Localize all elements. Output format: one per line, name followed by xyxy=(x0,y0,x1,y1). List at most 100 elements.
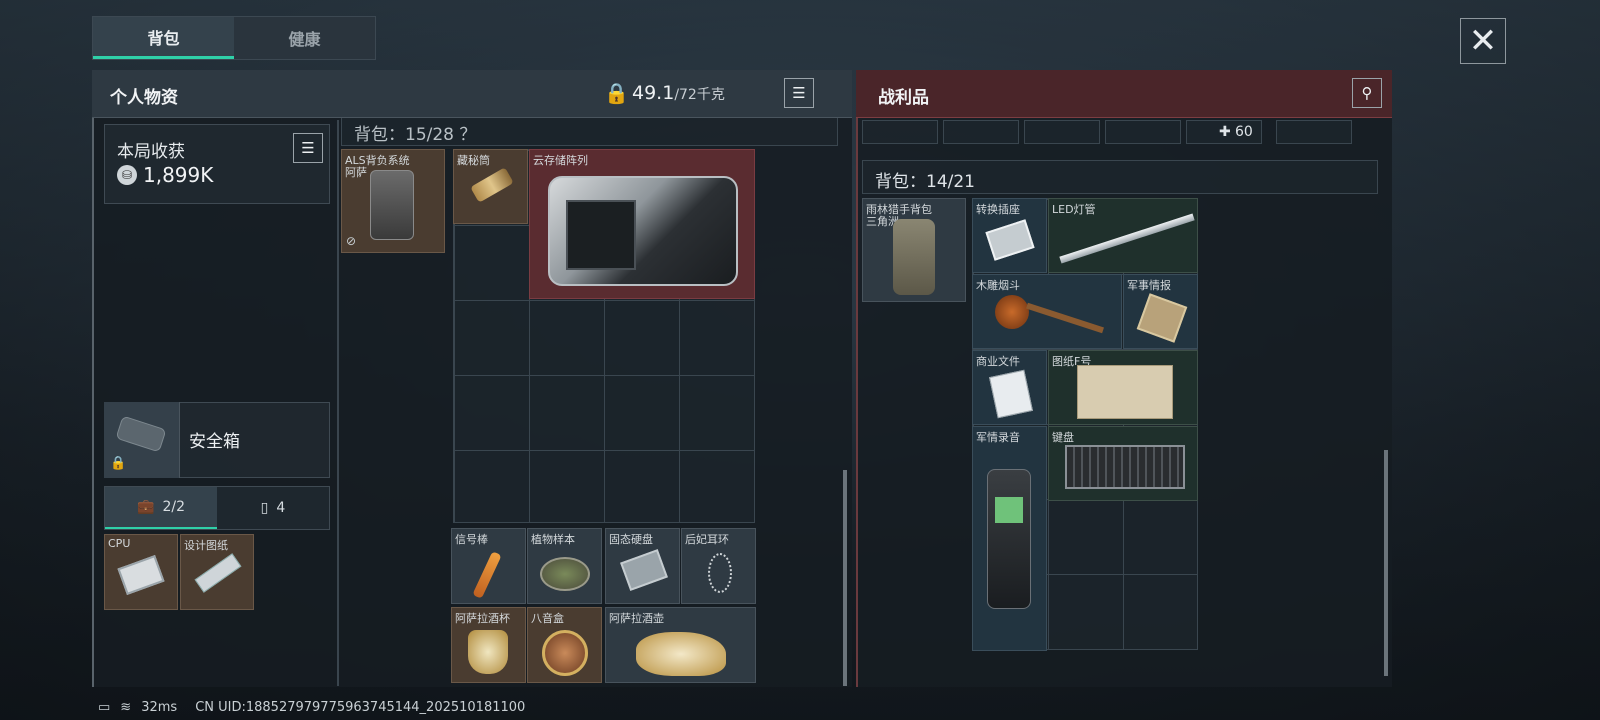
item-keyboard[interactable]: 键盘 xyxy=(1048,426,1198,501)
loot-slot[interactable] xyxy=(1024,120,1100,144)
safe-box-label: 安全箱 xyxy=(189,432,240,452)
battery-icon: ▯ xyxy=(260,500,269,516)
briefcase-count: 2/2 xyxy=(162,499,185,515)
panel-title: 个人物资 xyxy=(110,88,178,108)
item-signal-stick[interactable]: 信号棒 xyxy=(451,528,526,604)
coin-icon: ⛁ xyxy=(117,165,137,185)
signal-stick-image xyxy=(472,551,502,599)
location-button[interactable]: ⚲ xyxy=(1352,78,1382,108)
loot-slot[interactable] xyxy=(1105,120,1181,144)
item-secret-tube[interactable]: 藏秘筒 xyxy=(453,149,528,224)
loot-backpack-capacity-bar: 背包：14/21 xyxy=(862,160,1378,194)
item-label: LED灯管 xyxy=(1052,203,1096,216)
item-asala-cup[interactable]: 阿萨拉酒杯 xyxy=(451,607,526,683)
jug-image xyxy=(636,632,726,676)
list-icon: ☰ xyxy=(792,84,806,102)
intel-image xyxy=(1136,293,1188,343)
cpu-image xyxy=(117,555,165,595)
item-plant-sample[interactable]: 植物样本 xyxy=(527,528,602,604)
left-scrollbar[interactable] xyxy=(843,470,847,686)
location-pin-icon: ⚲ xyxy=(1361,84,1373,102)
item-label: CPU xyxy=(108,537,131,550)
tube-image xyxy=(470,167,514,203)
item-label: 阿萨拉酒杯 xyxy=(455,612,510,625)
item-business-document[interactable]: 商业文件 xyxy=(972,350,1047,425)
harvest-label: 本局收获 xyxy=(117,142,185,162)
tab-backpack[interactable]: 背包 xyxy=(93,17,234,59)
backpack-image xyxy=(893,219,935,295)
close-button[interactable]: ✕ xyxy=(1460,18,1506,64)
right-scrollbar[interactable] xyxy=(1384,450,1388,676)
item-label: 云存储阵列 xyxy=(533,154,588,167)
blueprint-image xyxy=(1077,365,1173,419)
close-icon: ✕ xyxy=(1468,21,1498,61)
earring-image xyxy=(708,553,732,593)
item-label: 设计图纸 xyxy=(184,539,228,552)
item-label: 信号棒 xyxy=(455,533,488,546)
recorder-screen-image xyxy=(995,497,1023,523)
item-label: 商业文件 xyxy=(976,355,1020,368)
tab-bar: 背包 健康 xyxy=(92,16,376,60)
briefcase-icon: 💼 xyxy=(137,499,155,515)
loot-title: 战利品 xyxy=(878,88,929,108)
socket-image xyxy=(985,219,1035,261)
safe-sub-tabs: 💼 2/2 ▯ 4 xyxy=(104,486,330,530)
status-bar: ▭ ≋ 32ms CN UID:188527979775963745144_20… xyxy=(98,700,525,715)
battery-status-icon: ▭ xyxy=(98,700,111,715)
music-box-image xyxy=(542,630,588,676)
led-tube-image xyxy=(1059,213,1195,264)
weight-current: 49.1 xyxy=(632,82,675,104)
harvest-list-button[interactable]: ☰ xyxy=(293,133,323,163)
item-music-box[interactable]: 八音盒 xyxy=(527,607,602,683)
item-design-blueprint[interactable]: 设计图纸 xyxy=(180,534,254,610)
item-asala-jug[interactable]: 阿萨拉酒壶 xyxy=(605,607,756,683)
document-image xyxy=(989,369,1033,419)
item-label: 军事情报 xyxy=(1127,279,1171,292)
sort-list-button[interactable]: ☰ xyxy=(784,78,814,108)
loot-count: 60 xyxy=(1235,124,1253,140)
item-led-tube[interactable]: LED灯管 xyxy=(1048,198,1198,273)
list-icon: ☰ xyxy=(301,139,315,157)
loot-slot[interactable] xyxy=(1276,120,1352,144)
item-label: 木雕烟斗 xyxy=(976,279,1020,292)
item-cpu[interactable]: CPU xyxy=(104,534,178,610)
item-label: 后妃耳环 xyxy=(685,533,729,546)
loot-slot[interactable] xyxy=(943,120,1019,144)
loot-count-slot[interactable]: ✚ 60 xyxy=(1186,120,1262,144)
no-insure-icon: ⊘ xyxy=(346,234,357,248)
item-blueprint-f[interactable]: 图纸F号 xyxy=(1048,350,1198,425)
backpack-capacity: 背包：15/28 ？ xyxy=(354,125,477,145)
harvest-card: 本局收获 ⛁ 1,899K ☰ xyxy=(104,124,330,204)
battery-count: 4 xyxy=(276,500,286,516)
item-cloud-storage-array[interactable]: 云存储阵列 xyxy=(529,149,755,299)
safe-case-image xyxy=(115,415,167,453)
item-rainforest-backpack[interactable]: 雨林猎手背包 三角洲 xyxy=(862,198,966,302)
plant-sample-image xyxy=(540,557,590,591)
item-sublabel: 阿萨 xyxy=(345,166,367,179)
weight-readout: 49.1/72千克 xyxy=(632,82,725,104)
item-als-backpack[interactable]: ALS背负系统 阿萨 ⊘ xyxy=(341,149,445,253)
loot-slot[interactable] xyxy=(862,120,938,144)
recorder-image xyxy=(987,469,1031,609)
pipe-bowl-image xyxy=(995,295,1029,329)
item-military-intel[interactable]: 军事情报 xyxy=(1123,274,1198,349)
item-label: 键盘 xyxy=(1052,431,1074,444)
tab-health[interactable]: 健康 xyxy=(234,17,375,59)
item-label: 军情录音 xyxy=(976,431,1020,444)
backpack-capacity-bar: 背包：15/28 ？ xyxy=(341,118,838,146)
wifi-icon: ≋ xyxy=(120,700,132,715)
item-ssd[interactable]: 固态硬盘 xyxy=(605,528,680,604)
tab-battery[interactable]: ▯ 4 xyxy=(217,487,329,529)
drive-bay-image xyxy=(566,200,636,270)
item-label: 藏秘筒 xyxy=(457,154,490,167)
personal-supplies-header: 个人物资 🔒 49.1/72千克 ☰ xyxy=(92,70,852,118)
item-consort-earring[interactable]: 后妃耳环 xyxy=(681,528,756,604)
keyboard-image xyxy=(1065,445,1185,489)
item-intel-recording[interactable]: 军情录音 xyxy=(972,426,1047,651)
item-label: 阿萨拉酒壶 xyxy=(609,612,664,625)
item-wood-pipe[interactable]: 木雕烟斗 xyxy=(972,274,1122,349)
safe-box-thumbnail: 🔒 xyxy=(104,402,180,478)
item-adapter-socket[interactable]: 转换插座 xyxy=(972,198,1047,273)
ping-value: 32ms xyxy=(141,700,178,715)
tab-briefcase[interactable]: 💼 2/2 xyxy=(105,487,217,529)
